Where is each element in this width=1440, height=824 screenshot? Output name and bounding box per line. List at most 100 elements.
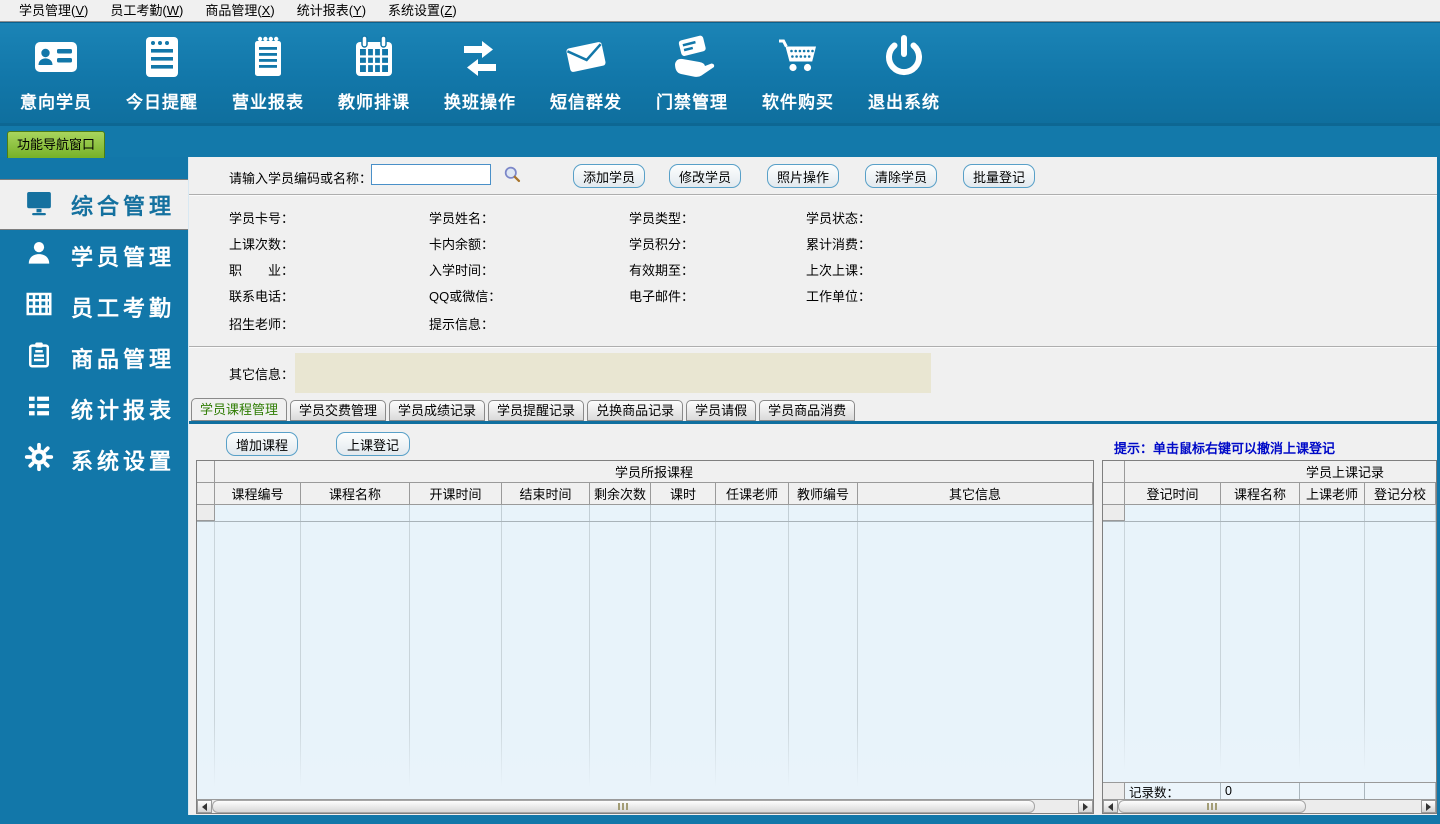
menu-staff-attendance[interactable]: 员工考勤(W)	[99, 0, 194, 21]
scroll-right-button[interactable]	[1421, 800, 1436, 813]
column-header[interactable]: 上课老师	[1300, 483, 1365, 504]
report-list-icon	[24, 391, 54, 427]
form-field-label: 学员类型：	[629, 211, 695, 226]
batch-register-button[interactable]: 批量登记	[963, 164, 1035, 188]
menu-student-mgmt[interactable]: 学员管理(V)	[8, 0, 99, 21]
h-scrollbar[interactable]	[197, 799, 1093, 813]
grip-mark	[622, 803, 625, 810]
form-field-label: 上课次数：	[229, 237, 295, 252]
column-header[interactable]: 其它信息	[858, 483, 1093, 504]
clipboard-icon	[24, 340, 54, 376]
scroll-left-button[interactable]	[197, 800, 212, 813]
toolbar-access-control[interactable]: 门禁管理	[644, 33, 740, 113]
form-field-label: 学员姓名：	[429, 211, 495, 226]
add-course-button[interactable]: 增加课程	[226, 432, 298, 456]
grid-cell	[502, 505, 590, 521]
form-field-label: 联系电话：	[229, 289, 295, 304]
toolbar-item-label: 营业报表	[232, 93, 304, 112]
toolbar-item-label: 软件购买	[762, 93, 834, 112]
right-arrow-icon	[1426, 802, 1431, 811]
row-header-cell	[1103, 505, 1125, 521]
menu-goods-mgmt[interactable]: 商品管理(X)	[194, 0, 285, 21]
sidebar-nav: 综合管理学员管理员工考勤 商品管理 统计报表系统设置	[0, 157, 188, 823]
tab-goods-consumption[interactable]: 学员商品消费	[759, 400, 856, 421]
column-header[interactable]: 课时	[651, 483, 716, 504]
toolbar-item-label: 门禁管理	[656, 93, 728, 112]
left-arrow-icon	[1108, 802, 1113, 811]
toolbar-class-swap[interactable]: 换班操作	[432, 33, 528, 113]
user-icon	[24, 238, 54, 274]
grid-column-headers: 登记时间 课程名称 上课老师 登记分校	[1103, 483, 1436, 505]
tab-course-mgmt[interactable]: 学员课程管理	[191, 398, 288, 421]
scrollbar-thumb[interactable]	[1118, 800, 1306, 813]
search-label: 请输入学员编码或名称：	[229, 171, 373, 186]
other-info-box[interactable]	[295, 353, 931, 393]
toolbar-item-label: 教师排课	[338, 93, 410, 112]
toolbar-item-label: 今日提醒	[126, 93, 198, 112]
sidebar-item-stats-reports[interactable]: 统计报表	[0, 383, 188, 434]
shopping-cart-icon	[774, 33, 822, 81]
grip-mark	[1206, 803, 1209, 810]
sidebar-item-general-mgmt[interactable]: 综合管理	[0, 179, 188, 230]
column-header[interactable]: 课程编号	[215, 483, 301, 504]
edit-student-button[interactable]: 修改学员	[669, 164, 741, 188]
tab-grade-records[interactable]: 学员成绩记录	[389, 400, 486, 421]
form-field-label: 工作单位：	[806, 289, 872, 304]
column-header[interactable]: 登记时间	[1125, 483, 1221, 504]
clear-student-button[interactable]: 清除学员	[865, 164, 937, 188]
nav-tab-function-navigation[interactable]: 功能导航窗口	[7, 131, 106, 158]
scrollbar-track[interactable]	[212, 800, 1078, 813]
tab-student-leave[interactable]: 学员请假	[686, 400, 757, 421]
toolbar-item-label: 退出系统	[868, 93, 940, 112]
toolbar-teacher-schedule[interactable]: 教师排课	[326, 33, 422, 113]
id-card-icon	[32, 33, 80, 81]
sidebar-item-label: 系统设置	[71, 448, 176, 474]
tab-payment-mgmt[interactable]: 学员交费管理	[290, 400, 387, 421]
main-toolbar: 意向学员 今日提醒 营业报表 教师排课 换班操作 短信群发 门禁管理 软件购买 退出系统	[0, 22, 1440, 125]
detail-tabs: 学员课程管理 学员交费管理 学员成绩记录 学员提醒记录 兑换商品记录 学员请假 学员商品消费	[189, 398, 1437, 424]
student-search-input[interactable]	[371, 164, 491, 185]
toolbar-sms-broadcast[interactable]: 短信群发	[538, 33, 634, 113]
toolbar-business-report[interactable]: 营业报表	[220, 33, 316, 113]
scrollbar-track[interactable]	[1118, 800, 1421, 813]
sidebar-item-student-mgmt[interactable]: 学员管理	[0, 230, 188, 281]
column-header[interactable]: 开课时间	[410, 483, 502, 504]
tab-reminder-records[interactable]: 学员提醒记录	[488, 400, 585, 421]
row-header-cell	[1103, 783, 1125, 799]
scrollbar-thumb[interactable]	[212, 800, 1035, 813]
scroll-left-button[interactable]	[1103, 800, 1118, 813]
photo-actions-button[interactable]: 照片操作	[767, 164, 839, 188]
grid-group-title: 学员上课记录	[1305, 465, 1384, 480]
sidebar-item-goods-mgmt[interactable]: 商品管理	[0, 332, 188, 383]
sidebar-item-label: 学员管理	[71, 244, 176, 270]
form-field-label: 上次上课：	[806, 263, 872, 278]
column-header[interactable]: 剩余次数	[590, 483, 651, 504]
toolbar-today-reminders[interactable]: 今日提醒	[114, 33, 210, 113]
sidebar-item-system-settings[interactable]: 系统设置	[0, 434, 188, 485]
column-header[interactable]: 任课老师	[716, 483, 789, 504]
column-header[interactable]: 结束时间	[502, 483, 590, 504]
form-field-label: 入学时间：	[429, 263, 495, 278]
column-header[interactable]: 登记分校	[1365, 483, 1436, 504]
column-header[interactable]: 课程名称	[301, 483, 410, 504]
grid-body-rowheader-col	[197, 522, 215, 799]
nav-strip: 功能导航窗口	[0, 125, 1440, 158]
row-header-cell	[1103, 461, 1125, 482]
form-field-label: 卡内余额：	[429, 237, 495, 252]
menu-system-settings[interactable]: 系统设置(Z)	[377, 0, 468, 21]
student-info-form: 学员卡号： 学员姓名： 学员类型： 学员状态： 上课次数： 卡内余额： 学员积分： 累计消费：…	[189, 196, 1437, 346]
toolbar-prospective-students[interactable]: 意向学员	[8, 33, 104, 113]
column-header[interactable]: 课程名称	[1221, 483, 1300, 504]
tab-goods-redeem-records[interactable]: 兑换商品记录	[587, 400, 684, 421]
sidebar-item-staff-attendance[interactable]: 员工考勤	[0, 281, 188, 332]
h-scrollbar[interactable]	[1103, 799, 1436, 813]
column-header[interactable]: 教师编号	[789, 483, 858, 504]
search-icon[interactable]	[503, 165, 522, 184]
toolbar-software-purchase[interactable]: 软件购买	[750, 33, 846, 113]
menu-stats-reports[interactable]: 统计报表(Y)	[286, 0, 377, 21]
class-checkin-button[interactable]: 上课登记	[336, 432, 410, 456]
add-student-button[interactable]: 添加学员	[573, 164, 645, 188]
toolbar-exit-system[interactable]: 退出系统	[856, 33, 952, 113]
scroll-right-button[interactable]	[1078, 800, 1093, 813]
grid-cell	[1300, 505, 1365, 521]
